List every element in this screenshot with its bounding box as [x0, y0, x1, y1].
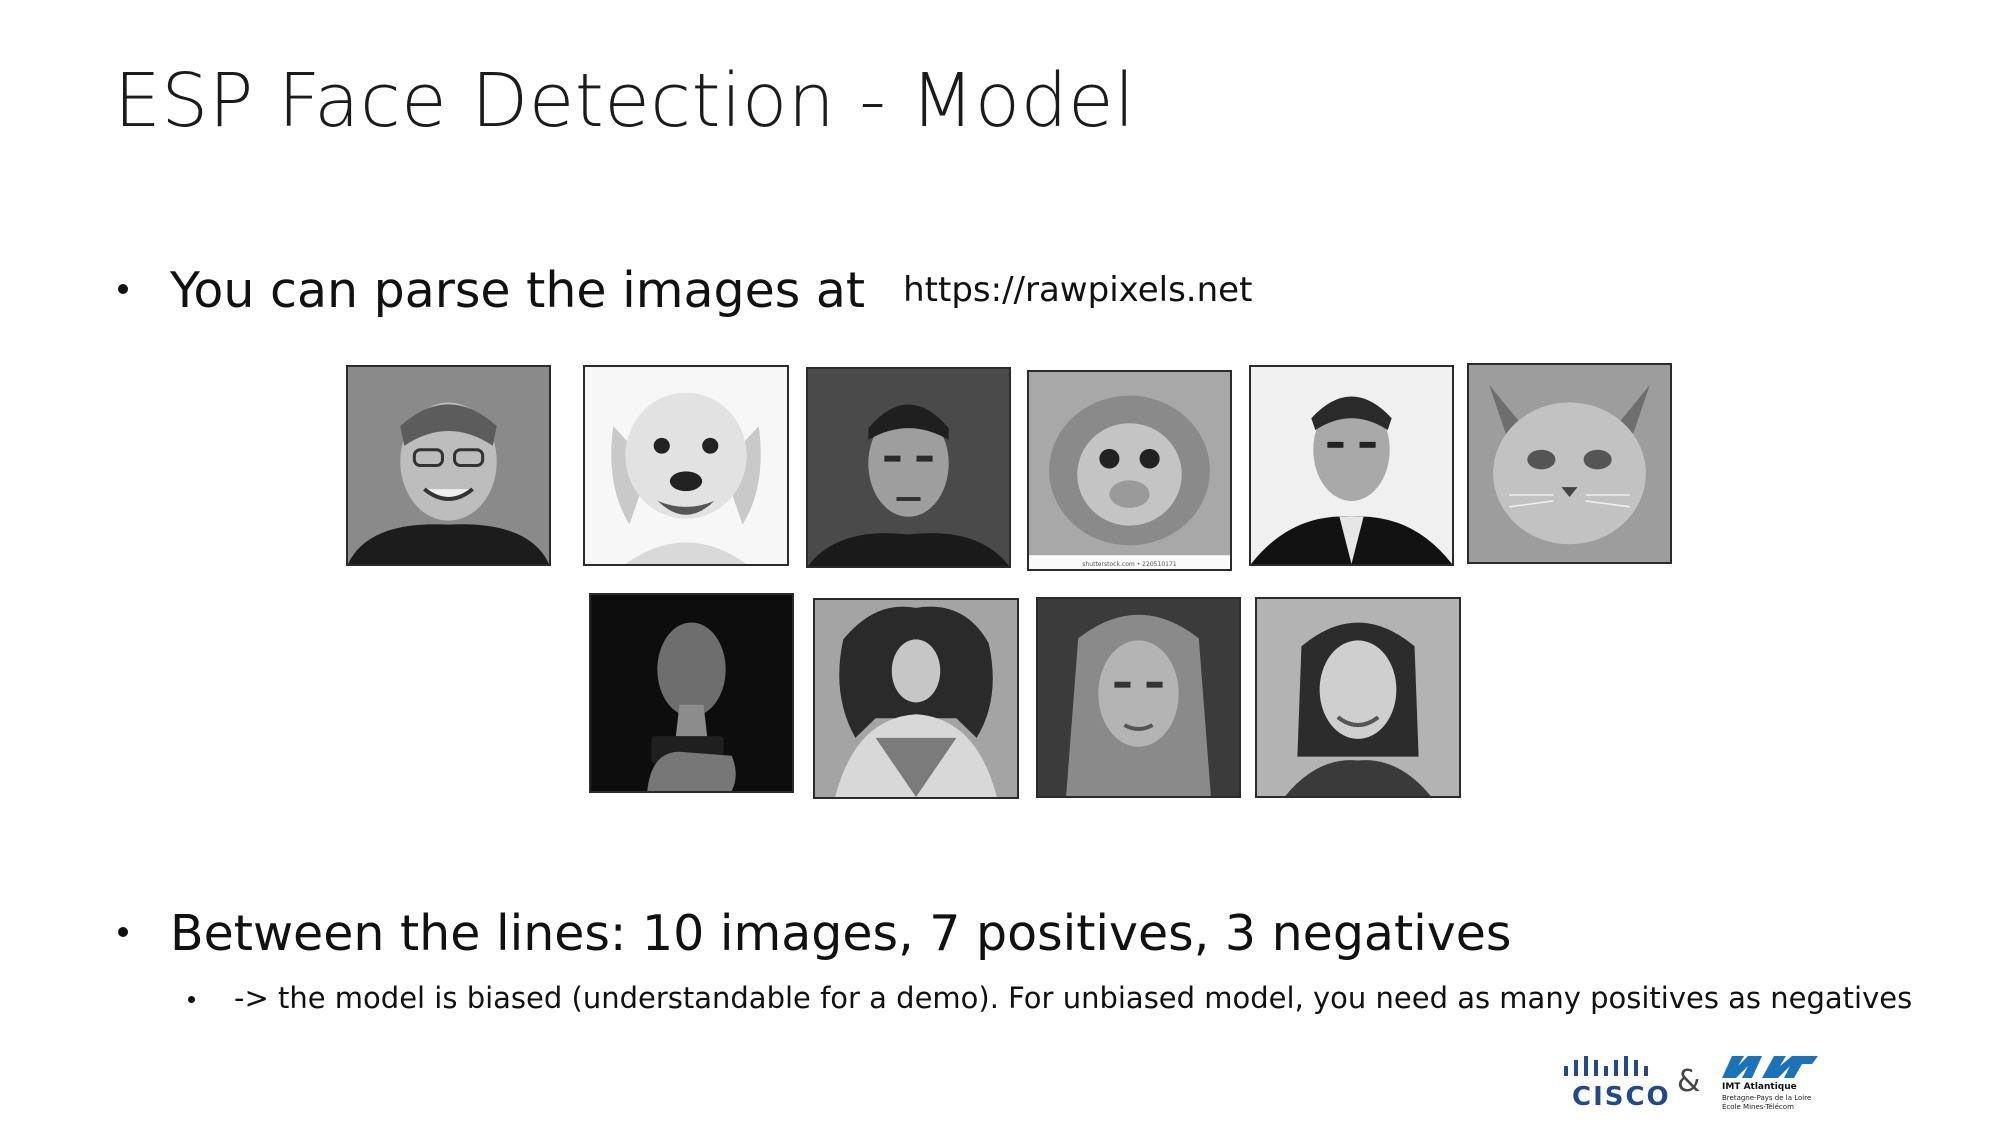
cisco-logo-text: CISCO [1572, 1082, 1671, 1112]
man-suit-portrait-photo [1249, 365, 1454, 566]
imt-atlantique-logo-mark [1722, 1056, 1818, 1078]
sub-bullet-dot [188, 996, 195, 1003]
imt-logo-sub2: École Mines-Télécom [1722, 1103, 1794, 1111]
baroque-king-painting [813, 598, 1019, 799]
sub-bullet-bias: -> the model is biased (understandable f… [188, 981, 1912, 1015]
bullet-dot [118, 927, 128, 937]
bullet-text: Between the lines: 10 images, 7 positive… [170, 905, 1512, 962]
monkey-face-photo: shutterstock.com • 220510171 [1027, 370, 1232, 571]
imt-logo-name: IMT Atlantique [1722, 1082, 1797, 1092]
bullet-stats: Between the lines: 10 images, 7 positive… [110, 905, 1511, 962]
sub-bullet-text: -> the model is biased (understandable f… [234, 981, 1913, 1015]
man-glasses-smiling-photo [346, 365, 551, 566]
cat-face-photo [1467, 363, 1672, 564]
shutterstock-watermark: shutterstock.com • 220510171 [1082, 561, 1177, 568]
woman-smiling-photo [1255, 597, 1461, 798]
ampersand: & [1677, 1064, 1701, 1099]
rawpixels-link[interactable]: https://rawpixels.net [903, 270, 1252, 310]
golden-retriever-photo [583, 365, 789, 566]
man-phone-light-photo [589, 593, 794, 793]
bullet-parse-images: You can parse the images at https://rawp… [110, 262, 1252, 319]
slide-title: ESP Face Detection - Model [114, 58, 1136, 144]
imt-logo-sub1: Bretagne-Pays de la Loire [1722, 1094, 1812, 1102]
footer-logos: CISCO & IMT Atlantique Bretagne-Pays de … [1562, 1054, 1822, 1114]
cisco-logo-bars [1564, 1056, 1648, 1076]
bullet-dot [118, 284, 128, 294]
young-man-portrait-photo [806, 367, 1011, 568]
slide: ESP Face Detection - Model You can parse… [0, 0, 2000, 1125]
bullet-text: You can parse the images at [170, 262, 866, 319]
woman-portrait-photo [1036, 597, 1241, 798]
